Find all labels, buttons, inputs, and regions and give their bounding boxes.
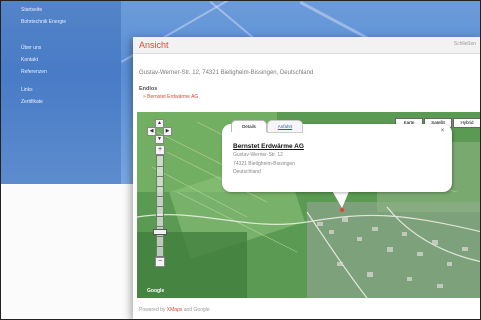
bg-nav-item[interactable]: Bohrtechnik Energie bbox=[21, 19, 66, 25]
zoom-in-icon[interactable]: + bbox=[155, 145, 165, 155]
close-icon[interactable]: × bbox=[439, 128, 446, 135]
map-view[interactable]: ▲ ◀ ▶ ▼ + − Karte Satellit Hybrid Detail… bbox=[137, 112, 480, 298]
bg-nav-item[interactable]: Über uns bbox=[21, 45, 41, 51]
powered-by-footer: Powered by XMaps and Google bbox=[139, 307, 210, 313]
popup-close-button[interactable]: Schließen bbox=[454, 41, 476, 47]
bg-nav-item[interactable]: Referenzen bbox=[21, 69, 47, 75]
location-marker-icon[interactable] bbox=[339, 207, 345, 213]
popup-header: Ansicht Schließen bbox=[133, 37, 480, 54]
popup-title: Ansicht bbox=[139, 40, 169, 50]
pan-down-icon[interactable]: ▼ bbox=[155, 135, 164, 144]
map-type-hybrid-button[interactable]: Hybrid bbox=[453, 118, 480, 128]
tab-details[interactable]: Details bbox=[231, 120, 267, 132]
info-city: 74321 Bietigheim-Bissingen bbox=[233, 161, 295, 167]
zoom-control: ▲ ◀ ▶ ▼ + − bbox=[147, 119, 172, 269]
zoom-out-icon[interactable]: − bbox=[155, 257, 165, 267]
bg-nav-item[interactable]: Links bbox=[21, 87, 33, 93]
powered-prefix: Powered by bbox=[139, 307, 167, 313]
address-text: Gustav-Werner-Str. 12, 74321 Bietigheim-… bbox=[139, 70, 314, 76]
info-country: Deutschland bbox=[233, 169, 261, 175]
links-heading: Endlos bbox=[139, 86, 158, 92]
bg-nav-item[interactable]: Zertifikate bbox=[21, 99, 43, 105]
company-link[interactable]: » Bernstet Erdwärme AG bbox=[143, 94, 198, 100]
xmaps-link[interactable]: XMaps bbox=[167, 307, 183, 313]
powered-suffix: and Google bbox=[182, 307, 210, 313]
info-company-name[interactable]: Bernstet Erdwärme AG bbox=[233, 143, 304, 150]
screenshot-frame: Startseite Bohrtechnik Energie Über uns … bbox=[0, 0, 481, 320]
tab-directions[interactable]: Anfahrt bbox=[267, 120, 303, 133]
google-logo: Google bbox=[147, 288, 165, 294]
background-nav: Startseite Bohrtechnik Energie Über uns … bbox=[1, 1, 121, 184]
bg-nav-item[interactable]: Kontakt bbox=[21, 57, 38, 63]
zoom-slider-thumb[interactable] bbox=[153, 229, 167, 235]
map-popup-window: Ansicht Schließen Gustav-Werner-Str. 12,… bbox=[133, 37, 480, 319]
pan-right-icon[interactable]: ▶ bbox=[163, 127, 172, 136]
map-info-window: Details Anfahrt × Bernstet Erdwärme AG G… bbox=[222, 120, 452, 192]
zoom-slider-track[interactable] bbox=[156, 155, 164, 257]
bg-nav-item[interactable]: Startseite bbox=[21, 7, 42, 13]
info-street: Gustav-Werner-Str. 12 bbox=[233, 152, 283, 158]
